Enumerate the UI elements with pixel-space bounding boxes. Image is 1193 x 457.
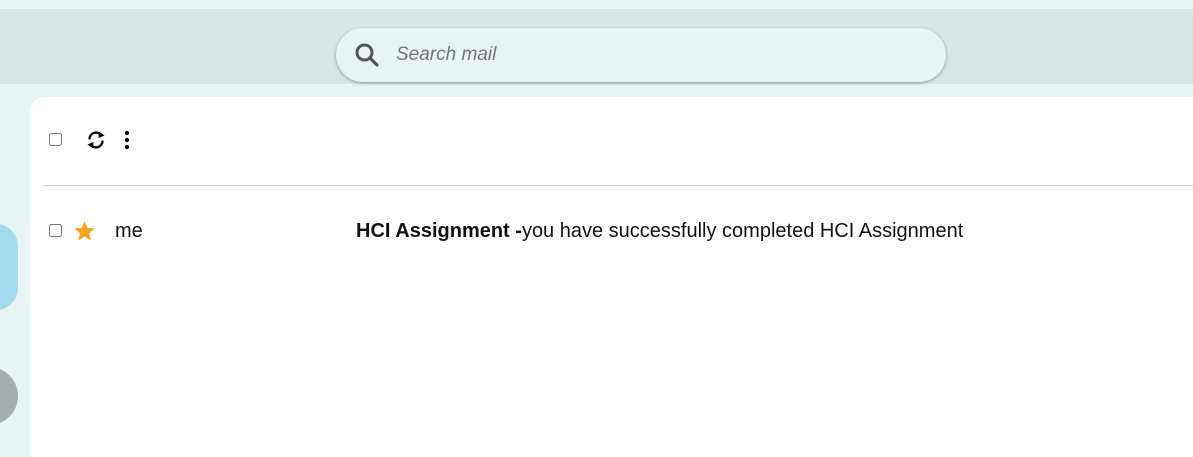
email-snippet: you have successfully completed HCI Assi… bbox=[521, 220, 964, 242]
refresh-icon[interactable] bbox=[86, 130, 106, 150]
email-sender[interactable]: me bbox=[115, 220, 143, 243]
email-subject: HCI Assignment - bbox=[356, 220, 522, 242]
left-rail bbox=[0, 84, 30, 457]
select-all-checkbox[interactable] bbox=[49, 133, 62, 146]
search-input[interactable] bbox=[396, 40, 916, 70]
divider bbox=[43, 185, 1193, 186]
search-icon[interactable] bbox=[354, 42, 380, 68]
avatar[interactable] bbox=[0, 367, 18, 425]
mail-list-panel bbox=[30, 97, 1193, 457]
email-subject-line[interactable]: HCI Assignment -you have successfully co… bbox=[356, 220, 963, 243]
star-icon[interactable] bbox=[73, 220, 96, 242]
top-strip bbox=[0, 0, 1193, 9]
email-row-checkbox[interactable] bbox=[49, 224, 62, 237]
more-vert-icon[interactable] bbox=[119, 130, 135, 150]
search-box[interactable] bbox=[336, 28, 946, 82]
header-bar bbox=[0, 9, 1193, 84]
rail-active-nav-item[interactable] bbox=[0, 224, 18, 310]
